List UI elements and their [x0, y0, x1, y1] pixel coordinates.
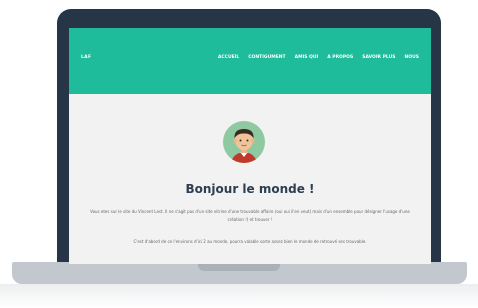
intro-paragraph: Vous etes sur le site du Vincent Lest. I…	[90, 209, 410, 222]
user-avatar-icon	[223, 121, 265, 163]
page-title: Bonjour le monde !	[185, 182, 315, 196]
nav-menu: ACCUEIL CONTIGUMENT AMIS QUI A PROPOS SA…	[218, 55, 419, 60]
site-navbar: LAF ACCUEIL CONTIGUMENT AMIS QUI A PROPO…	[69, 28, 431, 94]
site-brand[interactable]: LAF	[81, 55, 91, 60]
secondary-paragraph: C'est d'abord de ce l'environs d'ici 2 a…	[133, 239, 367, 244]
nav-link-accueil[interactable]: ACCUEIL	[218, 55, 239, 60]
nav-link-a-propos[interactable]: A PROPOS	[327, 55, 353, 60]
nav-link-amis[interactable]: AMIS QUI	[295, 55, 319, 60]
nav-link-savoir-plus[interactable]: SAVOIR PLUS	[362, 55, 395, 60]
laptop-screen: LAF ACCUEIL CONTIGUMENT AMIS QUI A PROPO…	[69, 28, 431, 264]
laptop-shadow	[0, 284, 478, 308]
nav-link-nous[interactable]: NOUS	[405, 55, 420, 60]
nav-link-contigument[interactable]: CONTIGUMENT	[248, 55, 285, 60]
